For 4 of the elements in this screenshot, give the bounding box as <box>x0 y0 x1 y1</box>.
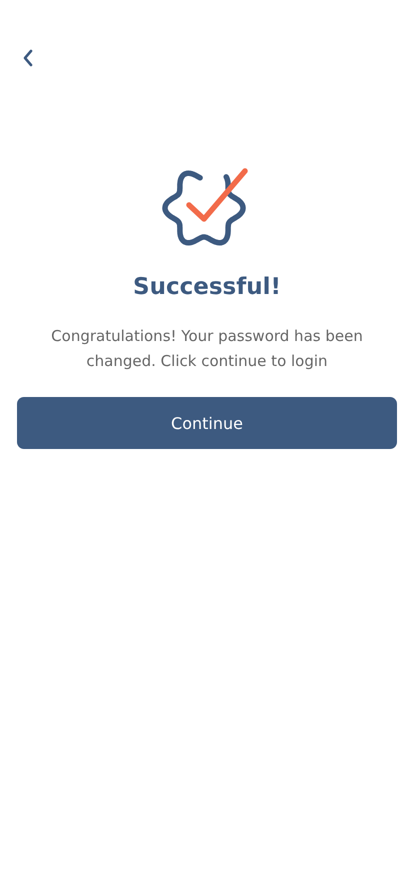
continue-button[interactable]: Continue <box>17 397 397 449</box>
success-title: Successful! <box>132 274 282 300</box>
back-icon[interactable] <box>21 48 35 68</box>
success-message: Congratulations! Your password has been changed. Click continue to login <box>50 326 364 372</box>
